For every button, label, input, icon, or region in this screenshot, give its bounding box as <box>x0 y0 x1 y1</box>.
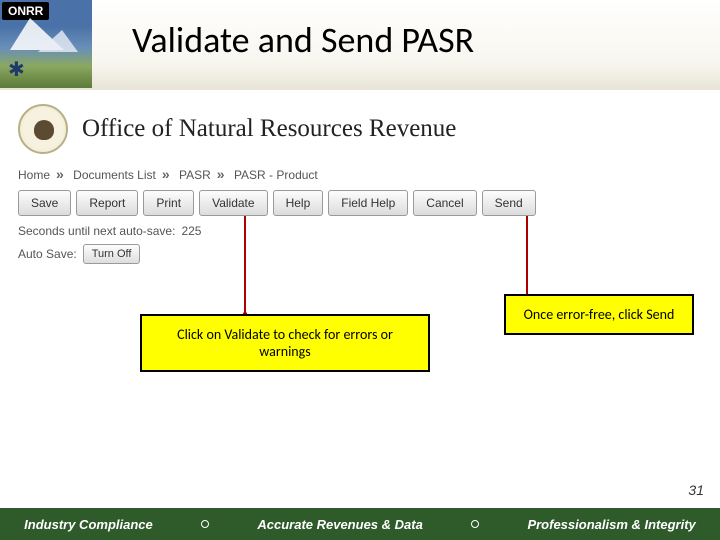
bullet-icon <box>471 520 479 528</box>
annotation-arrow <box>244 216 246 316</box>
send-button[interactable]: Send <box>482 190 536 216</box>
bullet-icon <box>201 520 209 528</box>
field-help-button[interactable]: Field Help <box>328 190 408 216</box>
footer-text: Industry Compliance <box>24 517 153 532</box>
help-button[interactable]: Help <box>273 190 324 216</box>
save-button[interactable]: Save <box>18 190 71 216</box>
turbine-icon: ✱ <box>8 57 25 82</box>
report-button[interactable]: Report <box>76 190 138 216</box>
slide-header: ONRR ✱ Validate and Send PASR <box>0 0 720 90</box>
toolbar: Save Report Print Validate Help Field He… <box>18 190 710 216</box>
breadcrumb-item[interactable]: Documents List <box>73 168 156 182</box>
breadcrumb-item: PASR - Product <box>234 168 318 182</box>
office-title: Office of Natural Resources Revenue <box>82 115 456 143</box>
cancel-button[interactable]: Cancel <box>413 190 476 216</box>
onrr-logo: ONRR ✱ <box>0 0 92 88</box>
breadcrumb-item[interactable]: Home <box>18 168 50 182</box>
autosave-toggle-row: Auto Save: Turn Off <box>18 244 710 264</box>
mountain-icon <box>38 30 78 52</box>
app-screenshot: Office of Natural Resources Revenue Home… <box>0 90 720 274</box>
autosave-countdown: Seconds until next auto-save: 225 <box>18 224 710 238</box>
doi-seal-icon <box>18 104 68 154</box>
annotation-arrow <box>526 216 528 298</box>
breadcrumb: Home» Documents List» PASR» PASR - Produ… <box>18 166 710 182</box>
autosave-toggle-button[interactable]: Turn Off <box>83 244 141 264</box>
breadcrumb-item[interactable]: PASR <box>179 168 211 182</box>
print-button[interactable]: Print <box>143 190 194 216</box>
slide-title: Validate and Send PASR <box>92 0 720 62</box>
page-number: 31 <box>688 482 704 498</box>
footer-text: Accurate Revenues & Data <box>257 517 422 532</box>
validate-button[interactable]: Validate <box>199 190 267 216</box>
callout-send: Once error-free, click Send <box>504 294 694 335</box>
footer-text: Professionalism & Integrity <box>527 517 695 532</box>
callout-validate: Click on Validate to check for errors or… <box>140 314 430 372</box>
autosave-seconds: 225 <box>181 224 201 238</box>
slide-footer: Industry Compliance Accurate Revenues & … <box>0 508 720 540</box>
